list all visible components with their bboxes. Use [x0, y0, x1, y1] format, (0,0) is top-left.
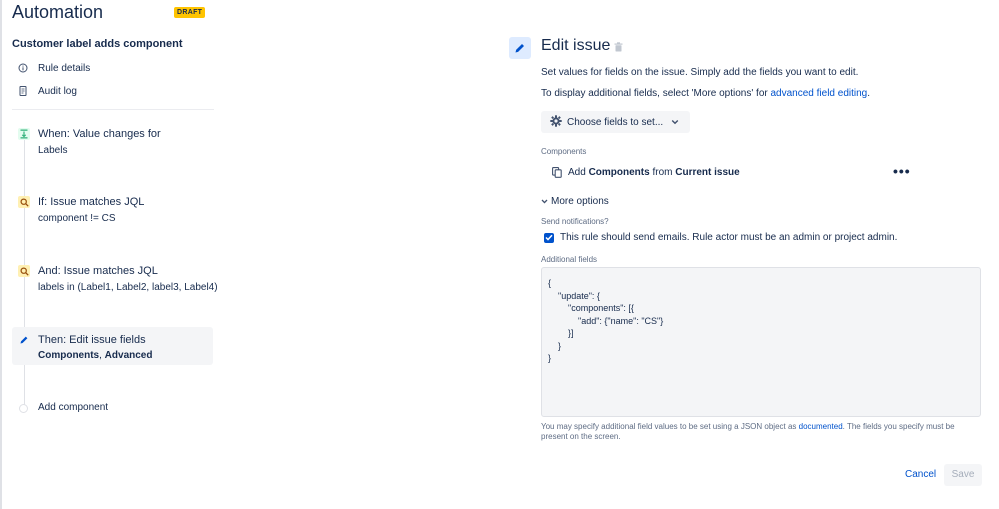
- description-advanced: To display additional fields, select 'Mo…: [541, 88, 870, 99]
- component-field: Components: [588, 166, 650, 178]
- more-options-toggle[interactable]: More options: [541, 196, 609, 207]
- edit-icon: [509, 37, 531, 59]
- additional-fields-label: Additional fields: [541, 255, 598, 264]
- choose-fields-label: Choose fields to set...: [567, 116, 664, 128]
- info-icon: [18, 63, 28, 73]
- add-dot-icon: [19, 404, 28, 413]
- component-source: Current issue: [675, 166, 740, 178]
- description-text: To display additional fields, select 'Mo…: [541, 88, 771, 99]
- component-field-row: Add Components from Current issue: [552, 165, 740, 179]
- gear-icon: [550, 114, 562, 130]
- advanced-field-editing-link[interactable]: advanced field editing: [771, 88, 868, 99]
- component-action: Add: [568, 166, 586, 178]
- help-text-part: You may specify additional field values …: [541, 422, 799, 431]
- document-icon: [18, 86, 28, 96]
- step-detail: Components, Advanced: [38, 350, 152, 361]
- sidebar-item-rule-details[interactable]: Rule details: [18, 61, 90, 75]
- step-detail: component != CS: [38, 213, 116, 224]
- rule-step-action[interactable]: Then: Edit issue fields Components, Adva…: [12, 327, 213, 365]
- add-component-label: Add component: [38, 402, 109, 413]
- draft-badge: DRAFT: [174, 7, 206, 18]
- description-text: .: [867, 88, 871, 99]
- sidebar-item-label: Audit log: [38, 85, 77, 97]
- save-button[interactable]: Save: [944, 464, 982, 486]
- description-text: Set values for fields on the issue. Simp…: [541, 67, 859, 78]
- cancel-button[interactable]: Cancel: [897, 464, 944, 486]
- chevron-down-icon: [541, 199, 548, 204]
- sidebar: Automation DRAFT Customer label adds com…: [0, 0, 218, 509]
- page-title: Edit issue: [541, 37, 611, 54]
- step-detail: Labels: [38, 145, 68, 156]
- sidebar-item-label: Rule details: [38, 62, 91, 74]
- divider: [12, 109, 214, 110]
- send-notifications-label: Send notifications?: [541, 217, 609, 226]
- sidebar-edge: [0, 0, 2, 509]
- component-from: from: [652, 166, 673, 178]
- additional-fields-json: { "update": { "components": [{ "add": {"…: [548, 278, 664, 363]
- documented-link[interactable]: documented: [799, 422, 843, 431]
- step-title: And: Issue matches JQL: [38, 265, 158, 277]
- step-title: When: Value changes for: [38, 128, 161, 140]
- more-options-label: More options: [551, 196, 609, 207]
- search-icon: [18, 196, 30, 208]
- send-notifications-text: This rule should send emails. Rule actor…: [560, 232, 898, 243]
- app-title: Automation: [12, 2, 104, 22]
- step-title: If: Issue matches JQL: [38, 196, 145, 208]
- choose-fields-button[interactable]: Choose fields to set...: [541, 111, 690, 133]
- step-detail-field: Advanced: [104, 350, 153, 361]
- rule-name: Customer label adds component: [12, 38, 183, 50]
- chevron-down-icon: [671, 117, 679, 128]
- edit-icon: [18, 334, 30, 346]
- step-title: Then: Edit issue fields: [38, 334, 146, 346]
- add-component-button[interactable]: Add component: [12, 401, 213, 417]
- copy-icon: [552, 166, 562, 178]
- rule-step-condition-1[interactable]: If: Issue matches JQL component != CS: [12, 196, 213, 224]
- sidebar-item-audit-log[interactable]: Audit log: [18, 84, 77, 98]
- step-detail-field: Components: [38, 350, 100, 361]
- rule-step-condition-2[interactable]: And: Issue matches JQL labels in (Label1…: [12, 265, 218, 293]
- additional-fields-editor[interactable]: { "update": { "components": [{ "add": {"…: [541, 267, 981, 417]
- send-notifications-row: This rule should send emails. Rule actor…: [544, 232, 897, 243]
- trash-icon[interactable]: [614, 42, 623, 52]
- rule-step-trigger[interactable]: When: Value changes for Labels: [12, 128, 213, 156]
- step-detail: labels in (Label1, Label2, label3, Label…: [38, 282, 218, 293]
- components-label: Components: [541, 147, 587, 156]
- send-notifications-checkbox[interactable]: [544, 232, 554, 243]
- search-icon: [18, 265, 30, 277]
- more-actions-icon[interactable]: •••: [893, 164, 911, 178]
- help-text: You may specify additional field values …: [541, 422, 981, 442]
- trigger-icon: [18, 128, 30, 140]
